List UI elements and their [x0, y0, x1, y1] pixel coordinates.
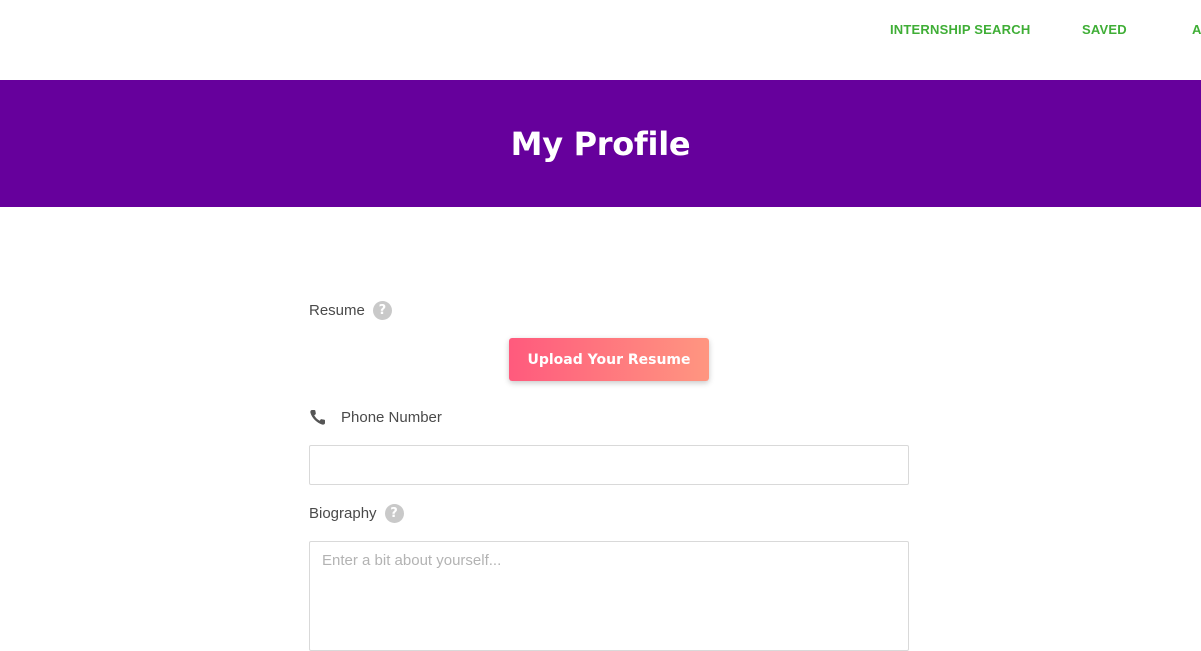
resume-label-row: Resume ?: [309, 301, 392, 320]
biography-label-row: Biography ?: [309, 504, 404, 523]
resume-label: Resume: [309, 302, 365, 319]
biography-label: Biography: [309, 505, 377, 522]
page-title: My Profile: [510, 124, 691, 163]
question-icon[interactable]: ?: [372, 301, 392, 320]
upload-resume-button[interactable]: Upload Your Resume: [509, 338, 709, 381]
phone-number-input[interactable]: [309, 445, 909, 485]
phone-icon: [309, 408, 329, 426]
question-icon[interactable]: ?: [384, 504, 404, 523]
page-header-banner: My Profile: [0, 80, 1201, 207]
nav-link-saved[interactable]: SAVED: [1082, 22, 1127, 37]
phone-label: Phone Number: [341, 408, 442, 426]
top-navigation: INTERNSHIP SEARCH SAVED A: [0, 0, 1201, 80]
nav-link-truncated[interactable]: A: [1192, 22, 1201, 37]
nav-link-internship-search[interactable]: INTERNSHIP SEARCH: [890, 22, 1030, 37]
profile-form: Resume ? Upload Your Resume Phone Number…: [309, 207, 909, 651]
biography-textarea[interactable]: [309, 541, 909, 651]
phone-label-row: Phone Number: [309, 408, 442, 426]
